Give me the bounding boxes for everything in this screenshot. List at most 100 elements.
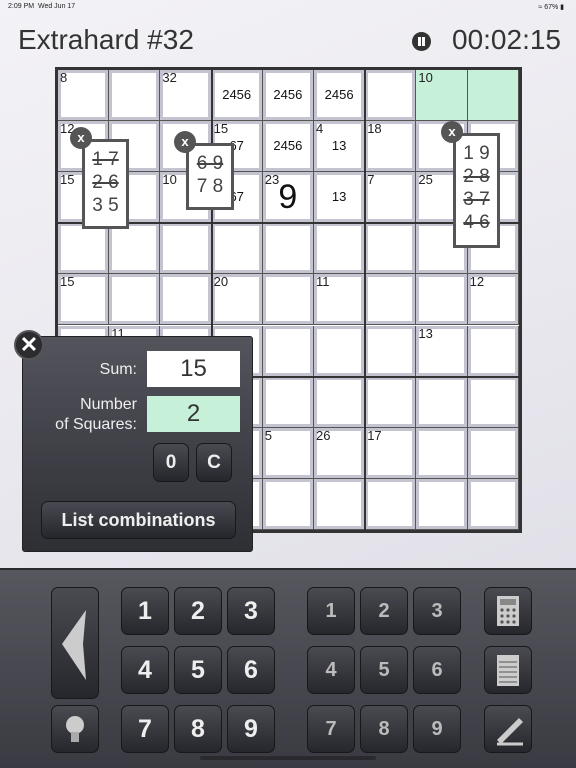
grid-cell[interactable] xyxy=(109,274,161,326)
pencil-digit-button[interactable]: 2 xyxy=(360,587,408,635)
combination-option[interactable]: 3 5 xyxy=(85,194,126,217)
grid-cell[interactable] xyxy=(314,223,366,275)
grid-cell[interactable]: 18 xyxy=(365,121,417,173)
grid-cell[interactable]: 12 xyxy=(467,274,519,326)
combination-option[interactable]: 3 7 xyxy=(456,188,497,211)
digit-button[interactable]: 4 xyxy=(121,646,169,694)
grid-cell[interactable] xyxy=(467,427,519,479)
grid-cell[interactable] xyxy=(262,325,314,377)
pencil-digit-button[interactable]: 1 xyxy=(307,587,355,635)
digit-button[interactable]: 8 xyxy=(174,705,222,753)
pencil-digit-button[interactable]: 8 xyxy=(360,705,408,753)
notepad-button[interactable] xyxy=(484,646,532,694)
grid-cell[interactable] xyxy=(314,478,366,530)
grid-cell[interactable] xyxy=(160,274,212,326)
squares-field[interactable]: 2 xyxy=(147,396,240,432)
grid-cell[interactable] xyxy=(416,478,468,530)
close-popup-icon[interactable]: x xyxy=(174,131,196,153)
grid-cell[interactable] xyxy=(211,223,263,275)
back-button[interactable] xyxy=(51,587,99,699)
close-popup-icon[interactable]: x xyxy=(70,127,92,149)
pencil-mode-button[interactable] xyxy=(484,705,532,753)
list-combinations-button[interactable]: List combinations xyxy=(41,501,236,539)
combination-option[interactable]: 6 9 xyxy=(189,152,231,175)
digit-button[interactable]: 3 xyxy=(227,587,275,635)
grid-cell[interactable]: 10 xyxy=(416,70,468,122)
grid-cell[interactable] xyxy=(109,70,161,122)
combination-option[interactable]: 7 8 xyxy=(189,175,231,198)
combination-option[interactable]: 2 6 xyxy=(85,171,126,194)
zero-button[interactable]: 0 xyxy=(153,443,189,482)
pencil-digit-button[interactable]: 4 xyxy=(307,646,355,694)
grid-cell[interactable]: 2456 xyxy=(262,70,314,122)
cage-sum: 7 xyxy=(367,172,375,188)
grid-cell[interactable] xyxy=(314,325,366,377)
grid-cell[interactable] xyxy=(365,376,417,428)
grid-cell[interactable]: 23 9 xyxy=(262,172,314,224)
grid-cell[interactable]: 15 xyxy=(58,274,110,326)
combination-option[interactable]: 2 8 xyxy=(456,165,497,188)
clear-button[interactable]: C xyxy=(196,443,232,482)
status-battery: ≈ 67% ▮ xyxy=(538,4,564,11)
pencil-digit-button[interactable]: 3 xyxy=(413,587,461,635)
grid-cell[interactable] xyxy=(262,223,314,275)
pause-icon[interactable] xyxy=(412,32,431,51)
grid-cell[interactable] xyxy=(365,325,417,377)
grid-cell[interactable] xyxy=(365,478,417,530)
digit-button[interactable]: 6 xyxy=(227,646,275,694)
grid-cell[interactable] xyxy=(58,223,110,275)
grid-cell[interactable] xyxy=(262,478,314,530)
combination-popup: 1 72 63 5 xyxy=(82,139,129,229)
combination-option[interactable]: 4 6 xyxy=(456,211,497,234)
combination-option[interactable]: 1 7 xyxy=(85,148,126,171)
grid-cell[interactable] xyxy=(262,274,314,326)
digit-button[interactable]: 9 xyxy=(227,705,275,753)
grid-cell[interactable] xyxy=(416,274,468,326)
grid-cell[interactable]: 26 xyxy=(314,427,366,479)
hint-button[interactable] xyxy=(51,705,99,753)
grid-cell[interactable] xyxy=(467,478,519,530)
grid-cell[interactable]: 5 xyxy=(262,427,314,479)
grid-cell[interactable] xyxy=(365,223,417,275)
grid-cell[interactable] xyxy=(314,376,366,428)
grid-cell[interactable]: 32 xyxy=(160,70,212,122)
combination-option[interactable]: 1 9 xyxy=(456,142,497,165)
grid-cell[interactable] xyxy=(365,70,417,122)
grid-cell[interactable]: 7 xyxy=(365,172,417,224)
grid-cell[interactable]: 11 xyxy=(314,274,366,326)
cage-sum: 17 xyxy=(367,427,382,443)
grid-cell[interactable] xyxy=(467,70,519,122)
sum-field[interactable]: 15 xyxy=(147,351,240,387)
grid-cell[interactable]: 8 xyxy=(58,70,110,122)
grid-cell[interactable] xyxy=(262,376,314,428)
grid-cell[interactable] xyxy=(467,376,519,428)
grid-cell[interactable] xyxy=(109,223,161,275)
cage-sum: 20 xyxy=(213,274,229,290)
combination-popup: 1 92 83 74 6 xyxy=(453,133,500,248)
digit-button[interactable]: 7 xyxy=(121,705,169,753)
close-popup-icon[interactable]: x xyxy=(441,121,463,143)
grid-cell[interactable]: 2456 xyxy=(211,70,263,122)
calculator-button[interactable] xyxy=(484,587,532,635)
status-time: 2:09 PM Wed Jun 17 xyxy=(8,3,76,10)
grid-cell[interactable]: 4 13 xyxy=(314,121,366,173)
grid-cell[interactable] xyxy=(160,223,212,275)
grid-cell[interactable]: 2456 xyxy=(262,121,314,173)
grid-cell[interactable] xyxy=(365,274,417,326)
close-calculator-icon[interactable]: ✕ xyxy=(14,330,44,360)
grid-cell[interactable]: 13 xyxy=(314,172,366,224)
grid-cell[interactable]: 17 xyxy=(365,427,417,479)
digit-button[interactable]: 1 xyxy=(121,587,169,635)
digit-button[interactable]: 2 xyxy=(174,587,222,635)
grid-cell[interactable]: 13 xyxy=(416,325,468,377)
grid-cell[interactable] xyxy=(467,325,519,377)
grid-cell[interactable]: 20 xyxy=(211,274,263,326)
pencil-digit-button[interactable]: 6 xyxy=(413,646,461,694)
pencil-digit-button[interactable]: 5 xyxy=(360,646,408,694)
pencil-digit-button[interactable]: 9 xyxy=(413,705,461,753)
digit-button[interactable]: 5 xyxy=(174,646,222,694)
grid-cell[interactable]: 2456 xyxy=(314,70,366,122)
grid-cell[interactable] xyxy=(416,376,468,428)
grid-cell[interactable] xyxy=(416,427,468,479)
pencil-digit-button[interactable]: 7 xyxy=(307,705,355,753)
